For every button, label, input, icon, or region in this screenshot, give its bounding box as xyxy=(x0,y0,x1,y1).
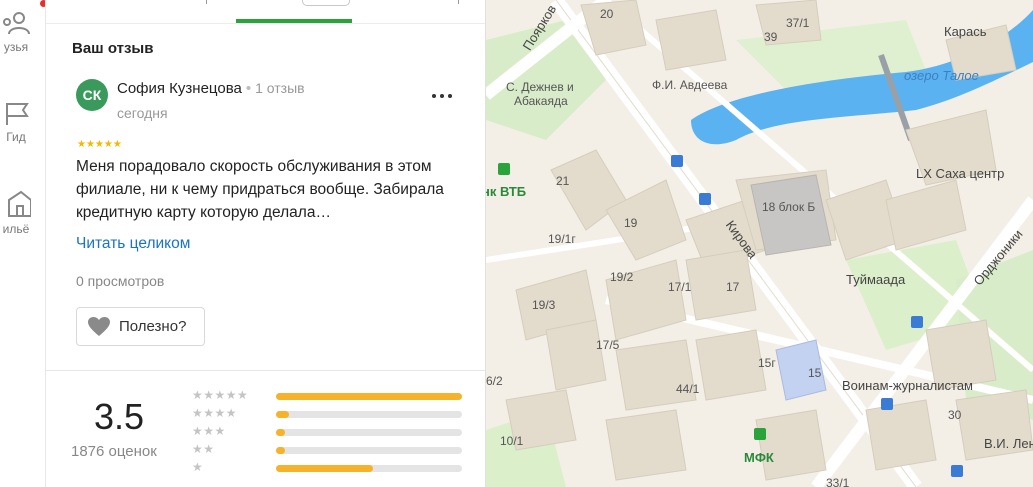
row-stars: ★ xyxy=(192,460,204,474)
map-label[interactable]: Воинам-журналистам xyxy=(842,378,973,393)
useful-button[interactable]: Полезно? xyxy=(76,307,205,346)
distribution-bar-track xyxy=(276,465,462,472)
map-label[interactable]: 39 xyxy=(764,30,777,44)
map-label[interactable]: Карась xyxy=(944,24,987,39)
distribution-bar-track xyxy=(276,447,462,454)
separator-dot: • xyxy=(245,80,252,97)
more-dot xyxy=(440,94,444,98)
distribution-bar-track xyxy=(276,393,462,400)
map-label[interactable]: 19/1г xyxy=(548,232,576,246)
distribution-bar-track xyxy=(276,429,462,436)
more-dot xyxy=(448,94,452,98)
tab-divider xyxy=(458,0,459,4)
heart-icon xyxy=(88,317,110,336)
review-panel: Ваш отзыв СК София Кузнецова • 1 отзыв сег… xyxy=(46,0,486,487)
rating-distribution-row: ★★★★★ xyxy=(192,388,472,402)
map-label[interactable]: Абакаяда xyxy=(514,94,568,108)
review-date: сегодня xyxy=(117,105,168,121)
nav-item-guide[interactable]: Гид xyxy=(0,100,45,144)
distribution-bar-fill xyxy=(276,411,290,418)
review-rating-stars: ★★★★★ xyxy=(77,139,122,150)
avatar[interactable]: СК xyxy=(76,79,108,111)
read-more-link[interactable]: Читать целиком xyxy=(76,235,190,253)
map-label[interactable]: 44/1 xyxy=(676,382,699,396)
distribution-bar-fill xyxy=(276,465,373,472)
nav-item-label: Гид xyxy=(6,130,26,144)
map-label[interactable]: 37/1 xyxy=(786,16,809,30)
rating-distribution-row: ★ xyxy=(192,460,472,474)
housing-icon xyxy=(8,190,31,217)
map-label[interactable]: 17/1 xyxy=(668,280,691,294)
map-label[interactable]: Туймаада xyxy=(846,272,905,287)
nav-item-housing[interactable]: ильё xyxy=(0,188,45,236)
map-label[interactable]: 20 xyxy=(600,7,613,21)
section-divider xyxy=(46,370,485,371)
app-root: узья Гид ильё Ваш отзыв СК София Кузнецо… xyxy=(0,0,1033,487)
author-review-count: 1 отзыв xyxy=(255,80,305,96)
author-name[interactable]: София Кузнецова xyxy=(117,80,242,97)
map-label[interactable]: озеро Талое xyxy=(904,68,979,83)
average-rating: 3.5 xyxy=(94,396,145,437)
map-label[interactable]: 21 xyxy=(556,174,569,188)
map-label[interactable]: В.И. Лен xyxy=(984,436,1033,451)
map-label[interactable]: Ф.И. Авдеева xyxy=(652,78,727,92)
friends-icon xyxy=(3,12,30,35)
row-stars: ★★★★ xyxy=(192,406,238,420)
views-count: 0 просмотров xyxy=(76,273,165,289)
row-stars: ★★★★★ xyxy=(192,388,249,402)
more-dot xyxy=(432,94,436,98)
map-label[interactable]: 17/5 xyxy=(596,338,619,352)
tab-divider xyxy=(206,0,207,4)
map-view[interactable]: Поярков 20 37/1 39 Карась озеро Талое С. Дежне… xyxy=(486,0,1033,487)
more-options-button[interactable] xyxy=(430,86,454,106)
map-label[interactable]: нк ВТБ xyxy=(486,184,526,199)
side-nav: узья Гид ильё xyxy=(0,0,46,487)
nav-item-friends[interactable]: узья xyxy=(0,10,45,54)
guide-icon xyxy=(6,103,29,125)
distribution-bar-fill xyxy=(276,393,462,400)
nav-item-label: ильё xyxy=(2,222,30,236)
map-label[interactable]: 6/2 xyxy=(486,374,503,388)
tabs-strip xyxy=(46,0,485,24)
review-author: София Кузнецова • 1 отзыв xyxy=(117,80,305,97)
map-label[interactable]: 17 xyxy=(726,280,739,294)
distribution-bar-fill xyxy=(276,429,286,436)
map-label[interactable]: МФК xyxy=(744,450,774,465)
distribution-bar-track xyxy=(276,411,462,418)
nav-item-label: узья xyxy=(3,40,29,54)
map-label[interactable]: С. Дежнев и xyxy=(506,80,574,94)
review-text: Меня порадовало скорость обслуживания в … xyxy=(76,158,444,221)
rating-distribution-row: ★★ xyxy=(192,442,472,456)
map-label[interactable]: 19 xyxy=(624,216,637,230)
map-label[interactable]: 19/3 xyxy=(532,298,555,312)
map-label[interactable]: 15г xyxy=(758,356,776,370)
section-title: Ваш отзыв xyxy=(72,40,154,57)
useful-label: Полезно? xyxy=(119,318,187,335)
map-label[interactable]: 33/1 xyxy=(826,476,849,487)
rating-distribution-row: ★★★★ xyxy=(192,406,472,420)
active-tab-indicator xyxy=(236,19,352,23)
map-label[interactable]: LX Саха центр xyxy=(916,166,1004,181)
tab-reviews[interactable] xyxy=(302,0,350,6)
map-label[interactable]: 15 xyxy=(808,366,821,380)
rating-count: 1876 оценок xyxy=(71,443,157,460)
rating-distribution-row: ★★★ xyxy=(192,424,472,438)
row-stars: ★★★ xyxy=(192,424,226,438)
map-label[interactable]: 10/1 xyxy=(500,434,523,448)
distribution-bar-fill xyxy=(276,447,286,454)
map-label[interactable]: 30 xyxy=(948,408,961,422)
map-label[interactable]: 19/2 xyxy=(610,270,633,284)
map-label[interactable]: 18 блок Б xyxy=(762,200,815,214)
row-stars: ★★ xyxy=(192,442,215,456)
